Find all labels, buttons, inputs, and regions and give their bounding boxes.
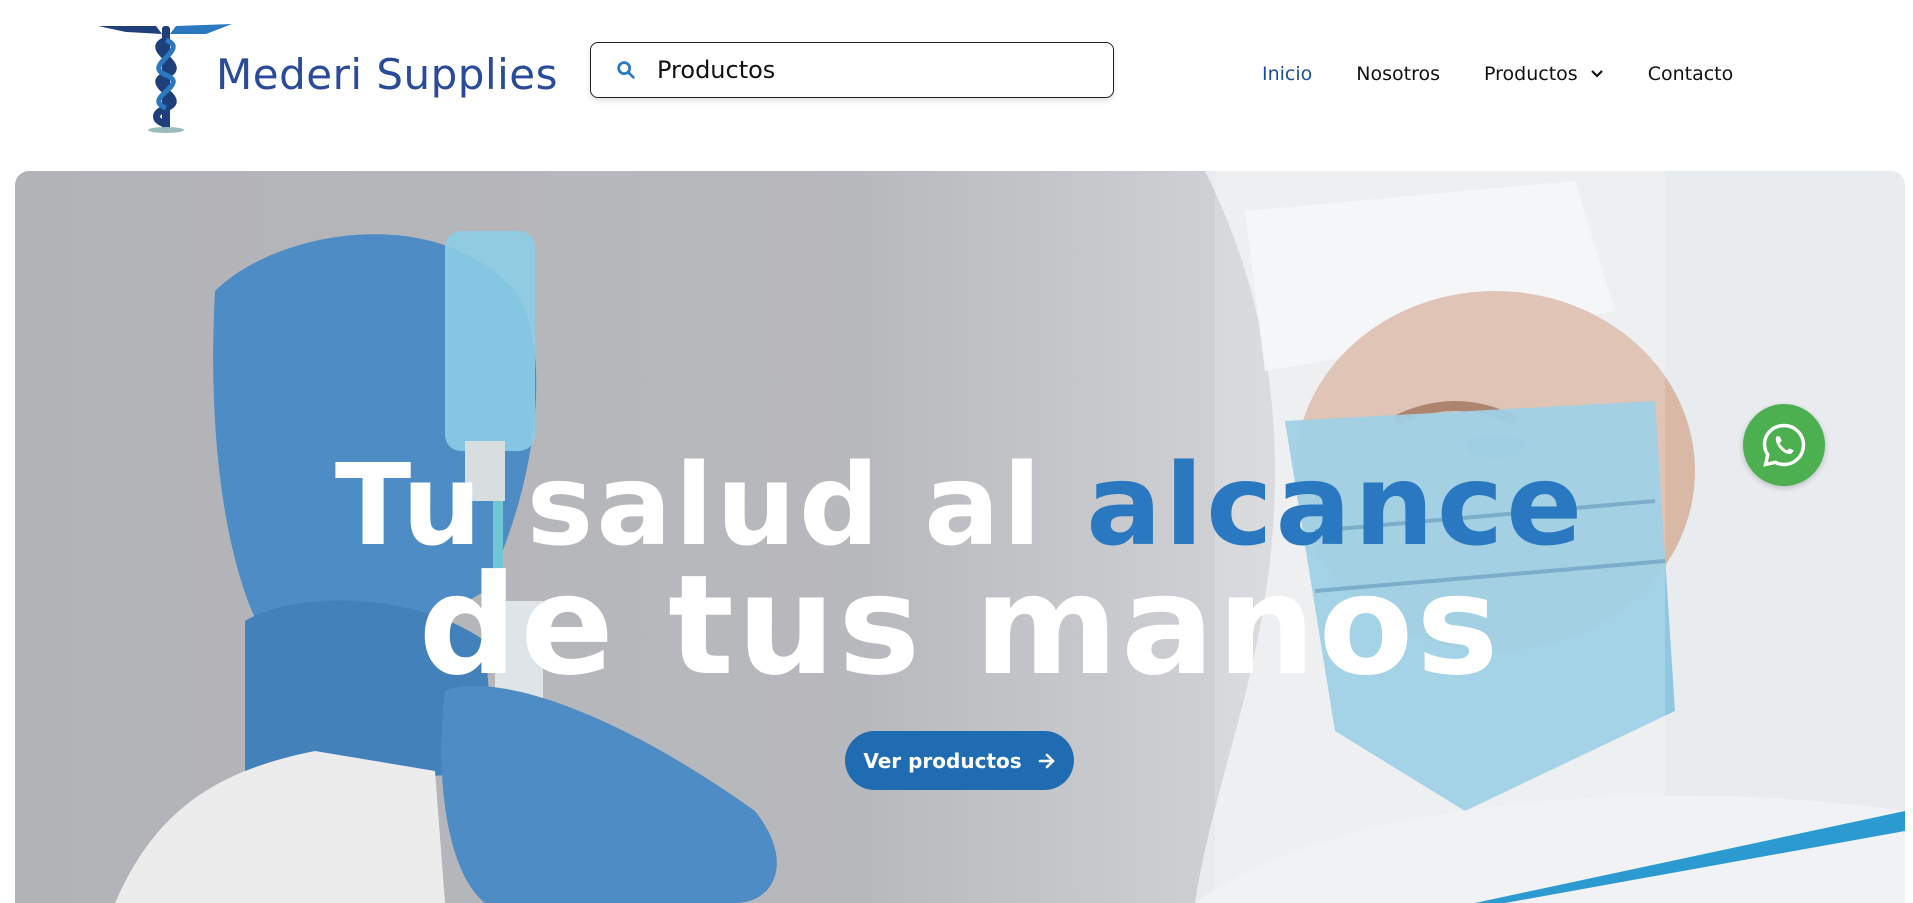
nav-item-productos[interactable]: Productos	[1484, 63, 1604, 85]
ver-productos-button[interactable]: Ver productos	[845, 731, 1074, 790]
hero-headline-line2: de tus manos	[418, 545, 1502, 706]
nav-item-contacto[interactable]: Contacto	[1648, 63, 1734, 85]
caduceus-icon	[98, 24, 232, 133]
brand-name: Mederi Supplies	[216, 50, 559, 99]
nav-item-inicio[interactable]: Inicio	[1262, 63, 1312, 85]
brand-logo[interactable]: Mederi Supplies	[96, 20, 558, 135]
search-bar[interactable]	[590, 42, 1114, 98]
chevron-down-icon	[1590, 70, 1603, 78]
search-input[interactable]	[657, 56, 1077, 84]
nav-item-nosotros[interactable]: Nosotros	[1356, 63, 1440, 85]
hero-banner: Tu salud al alcance de tus manos Ver pro…	[15, 171, 1905, 903]
arrow-right-icon	[1038, 753, 1054, 768]
whatsapp-icon	[1762, 423, 1806, 467]
main-nav: Inicio Nosotros Productos Contacto	[1262, 63, 1777, 85]
cta-label: Ver productos	[863, 748, 1022, 773]
site-header: Mederi Supplies Inicio Nosotros Producto…	[0, 0, 1913, 170]
search-icon[interactable]	[615, 59, 637, 81]
nav-item-productos-label: Productos	[1484, 63, 1578, 85]
whatsapp-button[interactable]	[1743, 404, 1825, 486]
